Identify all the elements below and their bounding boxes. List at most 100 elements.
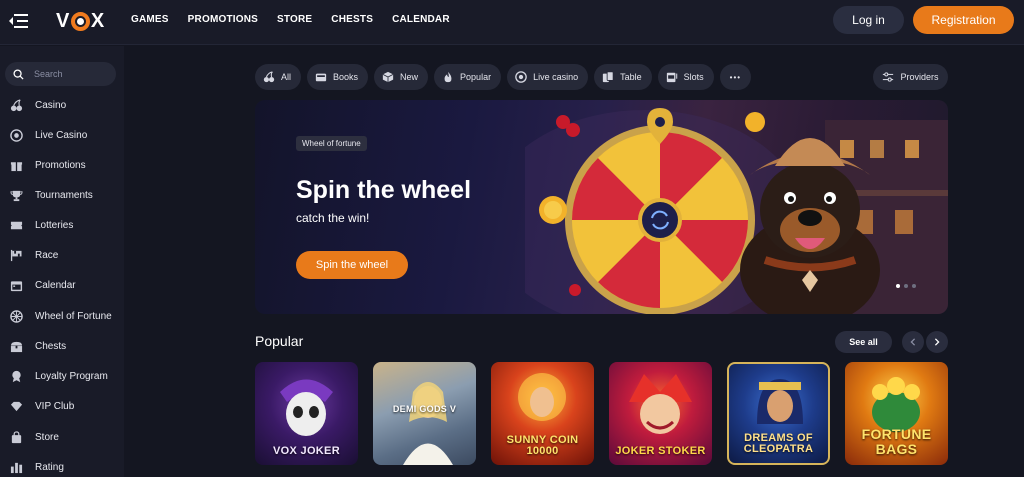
nav-store[interactable]: STORE xyxy=(277,14,312,25)
sidebar-item-loyalty-program[interactable]: Loyalty Program xyxy=(10,368,108,384)
banner-tag: Wheel of fortune xyxy=(296,136,367,151)
see-all-button[interactable]: See all xyxy=(835,331,892,353)
wheel-of-fortune-illustration xyxy=(525,108,948,314)
cherries-icon xyxy=(10,98,23,111)
sidebar-item-promotions[interactable]: Promotions xyxy=(10,157,86,173)
sidebar-item-casino[interactable]: Casino xyxy=(10,97,66,113)
sidebar-item-label: Loyalty Program xyxy=(35,370,108,382)
chip-icon xyxy=(10,128,23,142)
calendar-icon xyxy=(10,280,23,291)
game-tile-vox-joker[interactable]: VOX JOKER xyxy=(255,362,358,465)
book-icon xyxy=(315,73,327,82)
sidebar-item-label: Chests xyxy=(35,340,67,352)
game-title: JOKER STOKER xyxy=(615,445,706,457)
chevron-right-icon xyxy=(934,338,940,346)
game-tile-sunny-coin-10000[interactable]: SUNNY COIN 10000 xyxy=(491,362,594,465)
game-tile-joker-stoker[interactable]: JOKER STOKER xyxy=(609,362,712,465)
prev-arrow-button[interactable] xyxy=(902,331,924,353)
top-nav: GAMES PROMOTIONS STORE CHESTS CALENDAR xyxy=(131,14,469,25)
filter-label: Popular xyxy=(460,72,492,82)
filter-table[interactable]: Table xyxy=(594,64,652,90)
nav-chests[interactable]: CHESTS xyxy=(331,14,373,25)
flag-icon xyxy=(10,249,22,261)
filter-slots[interactable]: Slots xyxy=(657,64,714,90)
cards-icon xyxy=(602,71,614,83)
game-title: VOX JOKER xyxy=(273,445,340,457)
bag-icon xyxy=(11,430,22,443)
sidebar-item-lotteries[interactable]: Lotteries xyxy=(10,217,73,233)
ticket-icon xyxy=(10,221,23,229)
menu-toggle-icon[interactable] xyxy=(8,12,28,30)
bars-icon xyxy=(10,462,23,473)
sidebar-item-label: VIP Club xyxy=(35,400,75,412)
search-input[interactable] xyxy=(34,69,104,79)
filter-label: New xyxy=(400,72,419,82)
sidebar-item-label: Race xyxy=(35,249,59,261)
game-tile-dreams-of-cleopatra[interactable]: DREAMS OF CLEOPATRA xyxy=(727,362,830,465)
more-dots-icon: ••• xyxy=(729,72,742,82)
nav-promotions[interactable]: PROMOTIONS xyxy=(188,14,258,25)
sidebar-item-label: Wheel of Fortune xyxy=(35,310,112,322)
nav-games[interactable]: GAMES xyxy=(131,14,169,25)
carousel-dot[interactable] xyxy=(904,284,908,288)
sidebar-item-label: Calendar xyxy=(35,279,76,291)
sidebar-item-wheel-of-fortune[interactable]: Wheel of Fortune xyxy=(10,308,112,324)
login-button[interactable]: Log in xyxy=(833,6,904,34)
cube-icon xyxy=(382,71,394,83)
category-filters: All Books New Popular Live casino Table … xyxy=(255,64,752,90)
popular-games-row: VOX JOKER DEMI GODS V SUNNY COIN 10000 J… xyxy=(255,362,948,465)
registration-button[interactable]: Registration xyxy=(913,6,1014,34)
popular-section-title: Popular xyxy=(255,333,304,349)
sidebar-item-rating[interactable]: Rating xyxy=(10,459,64,475)
filter-more-button[interactable]: ••• xyxy=(719,64,752,90)
filter-label: Books xyxy=(333,72,359,82)
filter-live-casino[interactable]: Live casino xyxy=(507,64,589,90)
chip-icon xyxy=(515,71,527,83)
promo-banner[interactable]: Wheel of fortune Spin the wheel catch th… xyxy=(255,100,948,314)
sidebar-item-label: Promotions xyxy=(35,159,86,171)
carousel-dot[interactable] xyxy=(912,284,916,288)
sidebar-item-live-casino[interactable]: Live Casino xyxy=(10,127,87,143)
sidebar-item-tournaments[interactable]: Tournaments xyxy=(10,187,93,203)
carousel-dots xyxy=(896,284,916,288)
sidebar-item-label: Rating xyxy=(35,461,64,473)
filter-all[interactable]: All xyxy=(255,64,302,90)
medal-icon xyxy=(12,370,21,382)
filter-new[interactable]: New xyxy=(374,64,429,90)
game-title: FORTUNE BAGS xyxy=(861,426,932,457)
game-title: DREAMS OF CLEOPATRA xyxy=(743,432,814,455)
banner-title: Spin the wheel xyxy=(296,176,472,204)
slot-icon xyxy=(666,72,677,83)
game-title: DEMI GODS V xyxy=(392,404,457,414)
next-arrow-button[interactable] xyxy=(926,331,948,353)
search-box[interactable] xyxy=(5,62,116,86)
sidebar-item-calendar[interactable]: Calendar xyxy=(10,277,76,293)
filter-label: Table xyxy=(620,72,642,82)
providers-button[interactable]: Providers xyxy=(873,64,948,90)
diamond-icon xyxy=(10,401,23,411)
sidebar-item-store[interactable]: Store xyxy=(10,429,59,445)
providers-label: Providers xyxy=(900,72,939,82)
filter-books[interactable]: Books xyxy=(307,64,369,90)
search-icon xyxy=(13,68,24,80)
chest-icon xyxy=(10,341,23,352)
game-tile-demi-gods-v[interactable]: DEMI GODS V xyxy=(373,362,476,465)
sidebar-item-label: Casino xyxy=(35,99,67,111)
sidebar-item-label: Live Casino xyxy=(35,129,88,141)
sliders-icon xyxy=(883,72,894,82)
game-title: SUNNY COIN 10000 xyxy=(506,434,579,457)
wheel-icon xyxy=(10,309,23,323)
filter-popular[interactable]: Popular xyxy=(434,64,502,90)
nav-calendar[interactable]: CALENDAR xyxy=(392,14,450,25)
game-tile-fortune-bags[interactable]: FORTUNE BAGS xyxy=(845,362,948,465)
sidebar-item-label: Store xyxy=(35,431,59,443)
filter-label: All xyxy=(281,72,292,82)
banner-subtitle: catch the win! xyxy=(296,211,370,225)
carousel-dot[interactable] xyxy=(896,284,900,288)
sidebar-item-race[interactable]: Race xyxy=(10,247,58,263)
sidebar-item-chests[interactable]: Chests xyxy=(10,338,66,354)
sidebar-item-vip-club[interactable]: VIP Club xyxy=(10,398,74,414)
filter-label: Slots xyxy=(683,72,704,82)
spin-wheel-button[interactable]: Spin the wheel xyxy=(296,251,408,279)
vox-logo[interactable]: VX xyxy=(56,10,105,32)
